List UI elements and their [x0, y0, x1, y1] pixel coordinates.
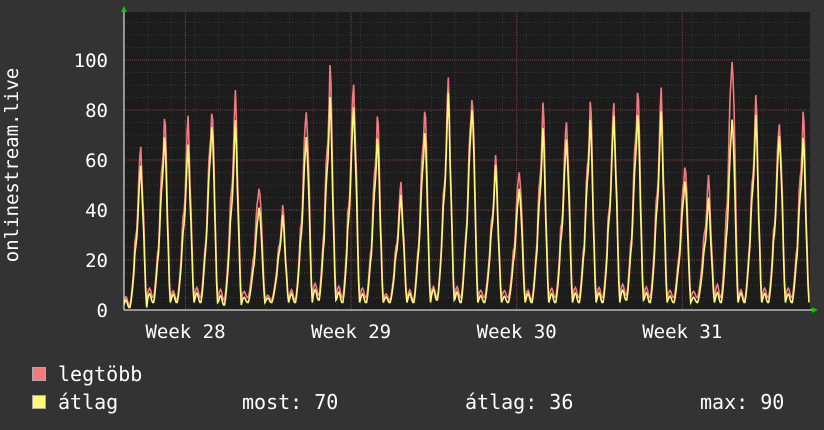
x-tick-label: Week 31: [642, 321, 722, 343]
stat-now: most: 70: [242, 390, 339, 414]
x-tick-label: Week 28: [145, 321, 225, 343]
y-tick-label: 80: [85, 100, 108, 122]
legend-item-avg: átlag: [32, 390, 119, 414]
y-tick-label: 20: [85, 250, 108, 272]
avg-swatch-icon: [32, 395, 46, 409]
y-tick-label: 60: [85, 150, 108, 172]
legend-label-max: legtöbb: [58, 362, 143, 386]
y-tick-label: 0: [97, 300, 108, 322]
chart: 0 20 40 60 80 100 Week 28 Week 29 Week 30 Week 3…: [1, 6, 818, 343]
x-tick-label: Week 30: [477, 321, 557, 343]
legend-label-avg: átlag: [58, 390, 119, 414]
y-tick-label: 40: [85, 200, 108, 222]
x-tick-label: Week 29: [311, 321, 391, 343]
y-tick-label: 100: [74, 50, 108, 72]
stat-avg: átlag: 36: [465, 390, 574, 414]
max-swatch-icon: [32, 367, 46, 381]
y-tick-labels: 0 20 40 60 80 100: [74, 50, 108, 322]
stat-max: max: 90: [700, 390, 785, 414]
x-axis-arrow-icon: [812, 307, 818, 313]
y-axis-arrow-icon: [121, 6, 127, 12]
x-tick-labels: Week 28 Week 29 Week 30 Week 31: [145, 321, 722, 343]
y-axis-label: onlinestream.live: [1, 68, 23, 262]
legend-item-max: legtöbb: [32, 362, 143, 386]
